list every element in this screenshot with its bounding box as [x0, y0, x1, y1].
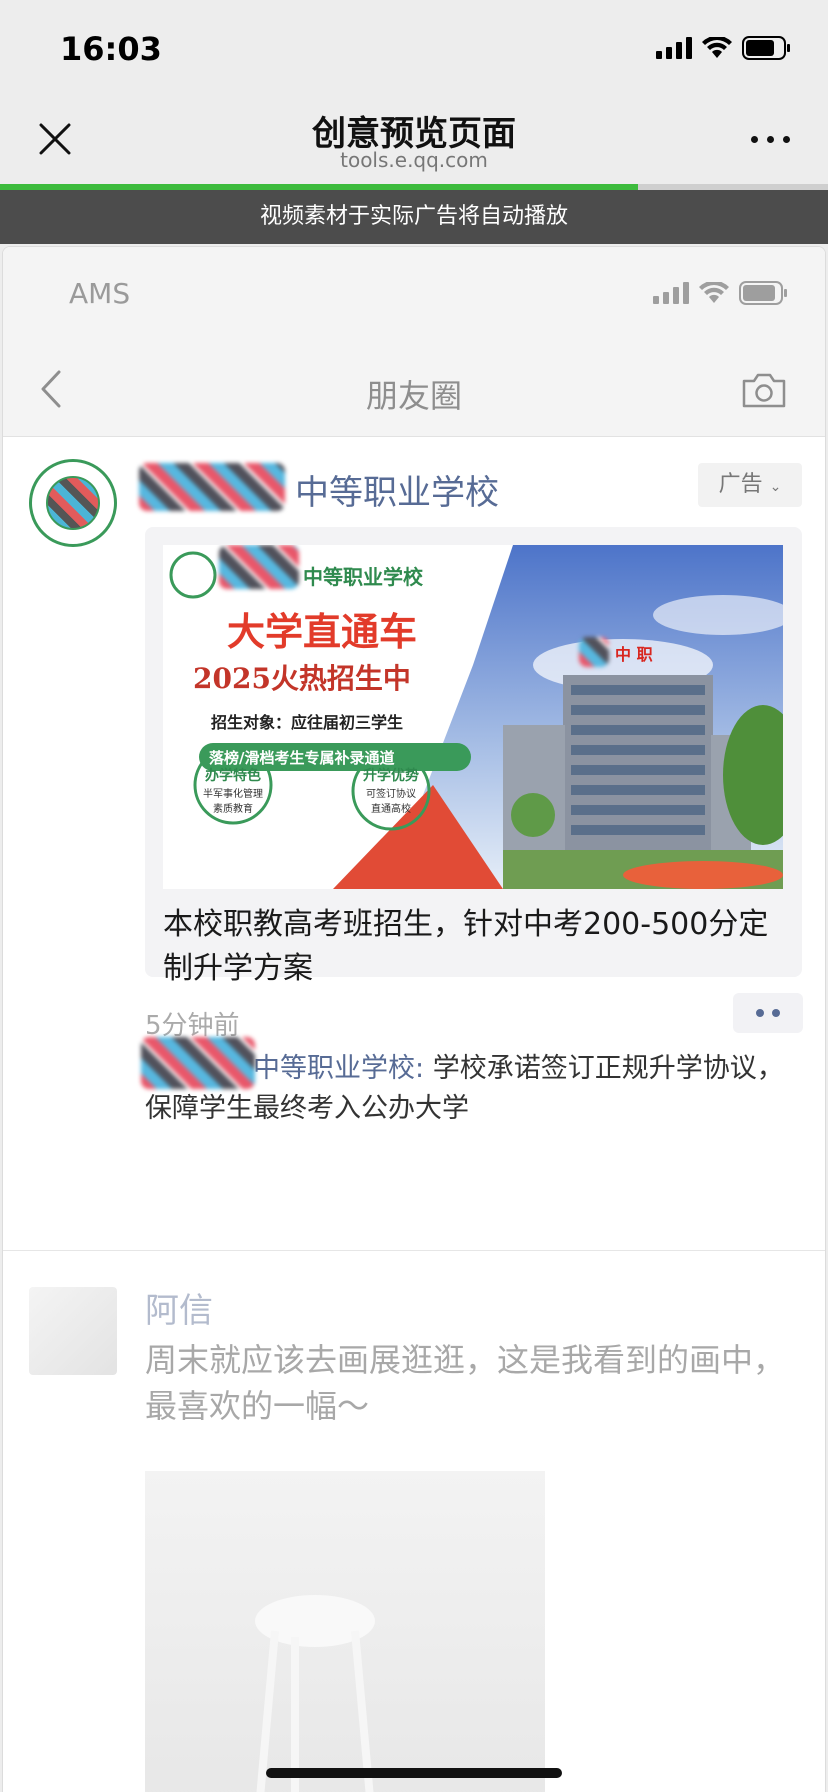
seal-1-line1: 半军事化管理: [203, 789, 263, 800]
page-url: tools.e.qq.com: [340, 148, 488, 172]
home-indicator: [266, 1768, 562, 1778]
cellular-signal-icon: [656, 37, 692, 59]
preview-wifi-icon: [699, 282, 729, 303]
seal-2-line1: 可签订协议: [366, 789, 416, 800]
preview-carrier: AMS: [69, 277, 131, 310]
camera-icon[interactable]: [741, 371, 787, 409]
friend-post-text: 周末就应该去画展逛逛，这是我看到的画中，最喜欢的一幅～: [145, 1341, 786, 1425]
more-icon[interactable]: [751, 136, 790, 143]
redacted-logo-mask: [219, 545, 299, 589]
battery-icon: [742, 36, 790, 60]
comment-author[interactable]: 中等职业学校: [253, 1053, 415, 1084]
ad-card[interactable]: 中等职业学校 大学直通车 2025火热招生中 招生对象：应往届初三学生 落榜/滑…: [145, 527, 802, 986]
moments-title: 朋友圈: [365, 377, 462, 415]
redacted-sign-mask: [579, 637, 609, 667]
ad-post: 中等职业学校 广告 ⌄ 中等职业学校 大学直通车 2025火热招生中 招生对象：…: [3, 437, 825, 1251]
ad-caption: 本校职教高考班招生，针对中考200-500分定制升学方案: [163, 907, 769, 986]
moments-preview: AMS 朋友圈 中等职业学校 广告 ⌄ 中等职业学校 大学直通车 2025火热招…: [2, 246, 826, 1792]
stool-painting-graphic: [255, 1595, 375, 1792]
friend-name[interactable]: 阿信: [145, 1283, 213, 1332]
ad-image-seal-1: 办学特色 半军事化管理 素质教育: [195, 765, 271, 815]
friend-avatar[interactable]: [29, 1287, 117, 1375]
ad-image-subheadline: 2025火热招生中: [193, 662, 411, 695]
seal-2-title: 升学优势: [363, 768, 419, 784]
ad-creative-image[interactable]: 中等职业学校 大学直通车 2025火热招生中 招生对象：应往届初三学生 落榜/滑…: [163, 545, 783, 889]
advertiser-name-text: 中等职业学校: [295, 473, 499, 513]
seal-2-line2: 直通高校: [371, 804, 411, 815]
comment-separator: :: [415, 1053, 425, 1084]
ad-image-target: 招生对象：应往届初三学生: [211, 713, 404, 732]
school-logo-emblem: [46, 476, 100, 530]
video-notice: 视频素材于实际广告将自动播放: [0, 190, 828, 244]
ad-image-building-sign: 中 职: [615, 645, 653, 664]
preview-signal-icon: [653, 282, 689, 304]
advertiser-name[interactable]: 中等职业学校: [147, 465, 499, 514]
chevron-down-icon: ⌄: [769, 479, 782, 495]
status-bar: 16:03: [0, 0, 828, 92]
status-time: 16:03: [60, 30, 162, 68]
ad-image-seal-2: 升学优势 可签订协议 直通高校: [353, 765, 429, 815]
seal-1-title: 办学特色: [205, 768, 261, 784]
moments-nav-bar: 朋友圈: [3, 341, 825, 437]
ad-image-headline: 大学直通车: [227, 609, 418, 654]
preview-status-icons: [653, 281, 789, 305]
screen: 16:03 创意预览页面 tools.e.qq.com 视频素材于实际广告将自动…: [0, 0, 828, 1792]
ad-badge-label: 广告: [718, 472, 763, 497]
ad-image-school: 中等职业学校: [303, 565, 423, 589]
status-icons: [656, 36, 792, 60]
redacted-comment-mask: [141, 1037, 255, 1089]
post-actions-button[interactable]: [733, 993, 803, 1033]
seal-1-line2: 素质教育: [213, 804, 253, 815]
ad-badge[interactable]: 广告 ⌄: [698, 463, 802, 507]
browser-header: 创意预览页面 tools.e.qq.com: [0, 92, 828, 184]
preview-status-bar: AMS: [3, 247, 825, 341]
friend-post-image[interactable]: [145, 1471, 545, 1792]
preview-battery-icon: [739, 281, 787, 305]
wifi-icon: [702, 37, 732, 58]
school-logo[interactable]: [29, 459, 117, 547]
